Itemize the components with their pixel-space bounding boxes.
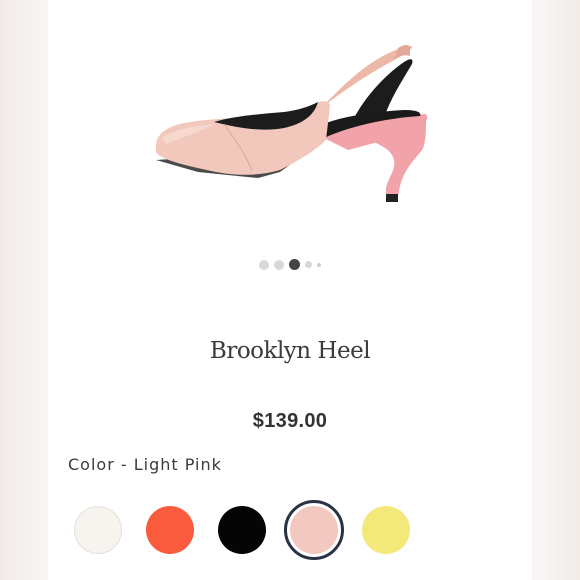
carousel-dot[interactable] [305, 261, 312, 268]
product-price: $139.00 [252, 410, 328, 432]
color-swatch-white[interactable] [74, 506, 122, 554]
carousel-dot-active[interactable] [289, 259, 300, 270]
carousel-dot[interactable] [274, 259, 284, 270]
product-image[interactable] [48, 0, 532, 240]
color-swatch-orange[interactable] [146, 506, 194, 554]
carousel-dot[interactable] [259, 259, 269, 270]
product-title: Brooklyn Heel [209, 338, 371, 364]
shoe-image-icon [156, 45, 428, 202]
color-selected-name: Light Pink [133, 455, 222, 474]
background-right [532, 0, 580, 580]
color-label-prefix: Color - [68, 455, 134, 474]
color-swatch-black[interactable] [218, 506, 266, 554]
color-swatch-light-pink[interactable] [290, 506, 338, 554]
color-label: Color - Light Pink [68, 455, 222, 474]
carousel-pagination [48, 259, 532, 270]
product-page: Brooklyn Heel $139.00 Color - Light Pink [48, 0, 532, 580]
background-left [0, 0, 48, 580]
color-swatch-yellow[interactable] [362, 506, 410, 554]
carousel-dot[interactable] [317, 262, 321, 267]
